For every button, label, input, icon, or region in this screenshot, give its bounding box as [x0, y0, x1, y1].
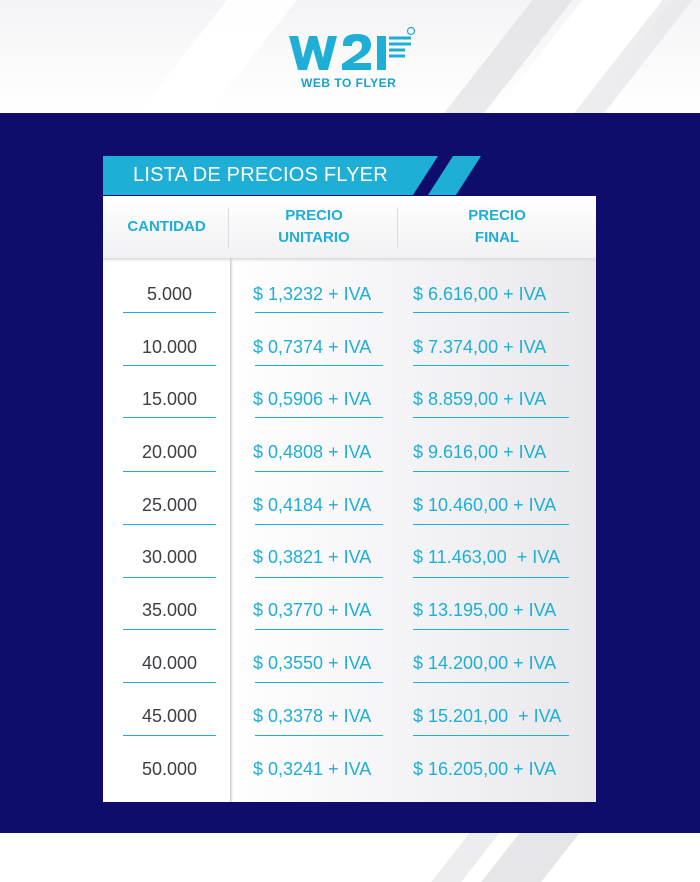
table-header: CANTIDAD PRECIO UNITARIO PRECIO FINAL	[103, 196, 596, 258]
row-divider	[255, 524, 383, 525]
final-price-cell: $ 6.616,00 + IVA	[413, 284, 547, 304]
final-price-cell: $ 7.374,00 + IVA	[413, 337, 547, 357]
row-divider	[123, 735, 216, 736]
row-divider	[123, 471, 216, 472]
quantity-cell: 50.000	[141, 759, 198, 779]
row-divider	[255, 577, 383, 578]
unit-price-cell: $ 0,3241 + IVA	[253, 759, 372, 779]
table-row: 5.000 $ 1,3232 + IVA $ 6.616,00 + IVA	[103, 268, 596, 321]
row-divider	[123, 629, 216, 630]
column-shadow	[230, 258, 233, 802]
header-quantity-label: CANTIDAD	[127, 218, 206, 235]
table-body: 5.000 $ 1,3232 + IVA $ 6.616,00 + IVA 10…	[103, 258, 596, 802]
row-divider	[255, 682, 383, 683]
title-banner: LISTA DE PRECIOS FLYER	[103, 156, 481, 196]
unit-price-cell: $ 0,7374 + IVA	[253, 337, 372, 357]
quantity-cell: 5.000	[146, 284, 193, 304]
page-title: LISTA DE PRECIOS FLYER	[133, 164, 388, 186]
unit-price-cell: $ 1,3232 + IVA	[253, 284, 372, 304]
w2f-logo: WEB TO FLYER	[287, 26, 427, 96]
table-row: 15.000 $ 0,5906 + IVA $ 8.859,00 + IVA	[103, 373, 596, 426]
row-divider	[255, 471, 383, 472]
header-final-price: PRECIO FINAL	[398, 196, 596, 258]
row-divider	[413, 471, 569, 472]
row-divider	[413, 735, 569, 736]
row-divider	[413, 365, 569, 366]
header-shadow	[103, 258, 596, 262]
row-divider	[123, 312, 216, 313]
row-divider	[255, 312, 383, 313]
row-divider	[255, 629, 383, 630]
row-divider	[123, 682, 216, 683]
row-divider	[413, 629, 569, 630]
row-divider	[413, 417, 569, 418]
quantity-cell: 10.000	[141, 337, 198, 357]
row-divider	[413, 577, 569, 578]
row-divider	[123, 577, 216, 578]
header-final-price-line2: FINAL	[474, 229, 520, 246]
row-divider	[123, 365, 216, 366]
row-divider	[413, 524, 569, 525]
quantity-cell: 15.000	[141, 389, 198, 409]
header-unit-price-line1: PRECIO	[285, 207, 343, 224]
header-unit-price: PRECIO UNITARIO	[230, 196, 398, 258]
price-table: CANTIDAD PRECIO UNITARIO PRECIO FINAL 5.…	[103, 196, 596, 802]
row-divider	[255, 417, 383, 418]
final-price-cell: $ 8.859,00 + IVA	[413, 389, 547, 409]
logo-tagline: WEB TO FLYER	[301, 76, 397, 90]
row-divider	[255, 365, 383, 366]
row-divider	[123, 524, 216, 525]
footer-background	[0, 833, 700, 882]
header-final-price-line1: PRECIO	[468, 207, 526, 224]
table-row: 50.000 $ 0,3241 + IVA $ 16.205,00 + IVA	[103, 743, 596, 796]
row-divider	[123, 417, 216, 418]
row-divider	[413, 312, 569, 313]
header-unit-price-line2: UNITARIO	[278, 229, 350, 246]
row-divider	[413, 682, 569, 683]
table-row: 10.000 $ 0,7374 + IVA $ 7.374,00 + IVA	[103, 321, 596, 374]
header-quantity: CANTIDAD	[103, 196, 230, 258]
w2f-logo-mark-icon	[289, 26, 416, 70]
unit-price-cell: $ 0,5906 + IVA	[253, 389, 372, 409]
row-divider	[255, 735, 383, 736]
header-divider	[228, 208, 229, 248]
final-price-cell: $ 16.205,00 + IVA	[413, 759, 557, 779]
